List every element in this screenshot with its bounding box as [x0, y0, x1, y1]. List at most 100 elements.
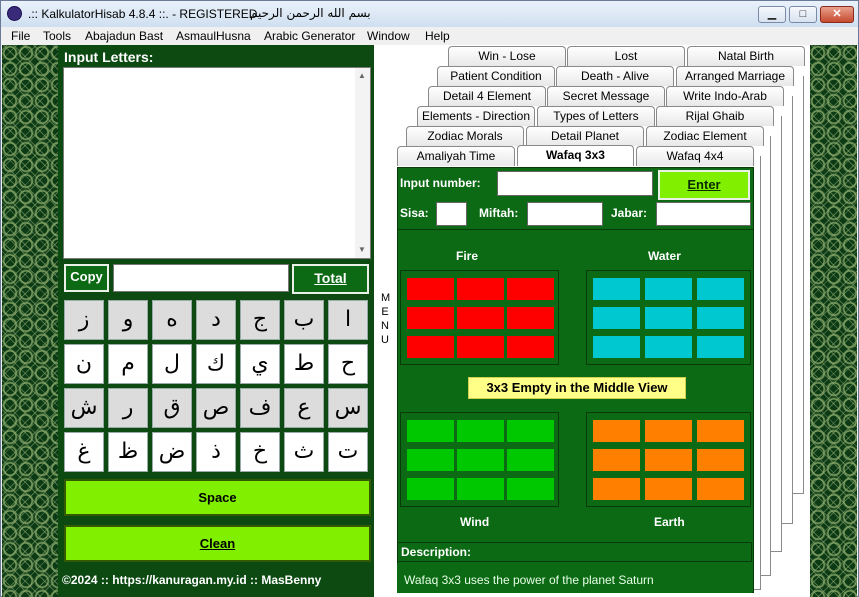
letter-key[interactable]: ه: [152, 300, 192, 340]
water-grid: [586, 270, 751, 365]
letter-key[interactable]: ر: [108, 388, 148, 428]
wafaq-cell: [407, 278, 454, 300]
tab-rijal-ghaib[interactable]: Rijal Ghaib: [656, 106, 774, 126]
letter-key[interactable]: ث: [284, 432, 324, 472]
letter-key[interactable]: ي: [240, 344, 280, 384]
letter-key[interactable]: ك: [196, 344, 236, 384]
close-button[interactable]: ✕: [820, 6, 854, 23]
wafaq-cell: [593, 336, 640, 358]
letter-key[interactable]: ل: [152, 344, 192, 384]
tab-elements-direction[interactable]: Elements - Direction: [417, 106, 535, 126]
wafaq-cell: [645, 449, 692, 471]
wafaq-cell: [645, 478, 692, 500]
input-number-field[interactable]: [497, 171, 653, 196]
tab-detail-planet[interactable]: Detail Planet: [526, 126, 644, 146]
title-bar: .:: KalkulatorHisab 4.8.4 ::. - REGISTER…: [1, 1, 858, 27]
tab-zodiac-element[interactable]: Zodiac Element: [646, 126, 764, 146]
menu-asmaulhusna[interactable]: AsmaulHusna: [176, 29, 251, 43]
wafaq-cell: [697, 336, 744, 358]
wafaq-cell: [645, 278, 692, 300]
earth-label: Earth: [654, 515, 685, 529]
copy-field[interactable]: [113, 264, 289, 292]
letter-key[interactable]: ج: [240, 300, 280, 340]
tab-patient-condition[interactable]: Patient Condition: [437, 66, 555, 86]
sisa-field[interactable]: [436, 202, 467, 226]
letter-key[interactable]: ع: [284, 388, 324, 428]
input-letters-textarea[interactable]: ▲ ▼: [63, 67, 371, 259]
letter-key[interactable]: ب: [284, 300, 324, 340]
wafaq-cell: [507, 278, 554, 300]
letter-key[interactable]: م: [108, 344, 148, 384]
menu-tools[interactable]: Tools: [43, 29, 71, 43]
enter-button[interactable]: Enter: [658, 170, 750, 200]
space-button[interactable]: Space: [64, 479, 371, 516]
tab-win-lose[interactable]: Win - Lose: [448, 46, 566, 66]
window-title: .:: KalkulatorHisab 4.8.4 ::. - REGISTER…: [28, 7, 258, 21]
menu-abajadun-bast[interactable]: Abajadun Bast: [85, 29, 163, 43]
total-button-label: Total: [314, 270, 347, 286]
letter-key[interactable]: ق: [152, 388, 192, 428]
menu-window[interactable]: Window: [367, 29, 410, 43]
letter-key[interactable]: ص: [196, 388, 236, 428]
wafaq-cell: [507, 449, 554, 471]
tab-natal-birth[interactable]: Natal Birth: [687, 46, 805, 66]
menu-bar: File Tools Abajadun Bast AsmaulHusna Ara…: [1, 27, 858, 45]
tab-detail-4-element[interactable]: Detail 4 Element: [428, 86, 546, 106]
letter-key[interactable]: ح: [328, 344, 368, 384]
menu-file[interactable]: File: [11, 29, 30, 43]
miftah-field[interactable]: [527, 202, 603, 226]
letter-key[interactable]: غ: [64, 432, 104, 472]
view-mode-label: 3x3 Empty in the Middle View: [468, 377, 686, 399]
maximize-button[interactable]: □: [789, 6, 817, 23]
letter-key[interactable]: و: [108, 300, 148, 340]
copy-button[interactable]: Copy: [64, 264, 109, 292]
scroll-up-icon[interactable]: ▲: [358, 71, 366, 80]
wafaq-cell: [507, 420, 554, 442]
tab-lost[interactable]: Lost: [567, 46, 685, 66]
letter-key[interactable]: ا: [328, 300, 368, 340]
wind-grid: [400, 412, 559, 507]
tab-wafaq-4x4[interactable]: Wafaq 4x4: [636, 146, 754, 166]
letter-key[interactable]: ض: [152, 432, 192, 472]
letter-key[interactable]: ذ: [196, 432, 236, 472]
clean-button[interactable]: Clean: [64, 525, 371, 562]
letter-key[interactable]: ف: [240, 388, 280, 428]
wafaq-cell: [697, 307, 744, 329]
letter-key[interactable]: ط: [284, 344, 324, 384]
tab-types-of-letters[interactable]: Types of Letters: [537, 106, 655, 126]
letter-key[interactable]: ن: [64, 344, 104, 384]
letter-key[interactable]: ز: [64, 300, 104, 340]
wafaq-cell: [593, 478, 640, 500]
tab-write-indo-arab[interactable]: Write Indo-Arab: [666, 86, 784, 106]
menu-vertical-label: MENU: [381, 292, 391, 346]
wafaq-cell: [457, 278, 504, 300]
vertical-menu-handle[interactable]: MENU: [378, 291, 392, 347]
jabar-field[interactable]: [656, 202, 751, 226]
letter-key[interactable]: س: [328, 388, 368, 428]
input-letters-label: Input Letters:: [64, 49, 154, 65]
scroll-down-icon[interactable]: ▼: [358, 245, 366, 254]
minimize-button[interactable]: ▁: [758, 6, 786, 23]
letter-key[interactable]: ش: [64, 388, 104, 428]
tab-arranged-marriage[interactable]: Arranged Marriage: [676, 66, 794, 86]
menu-help[interactable]: Help: [425, 29, 450, 43]
wafaq-cell: [593, 307, 640, 329]
letter-key[interactable]: د: [196, 300, 236, 340]
menu-arabic-generator[interactable]: Arabic Generator: [264, 29, 355, 43]
letter-key[interactable]: خ: [240, 432, 280, 472]
total-button[interactable]: Total: [292, 264, 369, 294]
wafaq-cell: [593, 420, 640, 442]
window-subtitle-arabic: بسم الله الرحمن الرحيم: [250, 6, 371, 20]
description-text: Wafaq 3x3 uses the power of the planet S…: [397, 564, 752, 593]
letter-key[interactable]: ت: [328, 432, 368, 472]
tab-secret-message[interactable]: Secret Message: [547, 86, 665, 106]
tab-zodiac-morals[interactable]: Zodiac Morals: [406, 126, 524, 146]
tab-wafaq-3x3[interactable]: Wafaq 3x3: [517, 145, 634, 166]
miftah-label: Miftah:: [479, 206, 519, 220]
tab-amaliyah-time[interactable]: Amaliyah Time: [397, 146, 515, 166]
letter-key[interactable]: ظ: [108, 432, 148, 472]
textarea-scrollbar[interactable]: ▲ ▼: [355, 68, 370, 258]
wafaq-cell: [507, 478, 554, 500]
tab-death-alive[interactable]: Death - Alive: [556, 66, 674, 86]
wafaq-cell: [645, 336, 692, 358]
